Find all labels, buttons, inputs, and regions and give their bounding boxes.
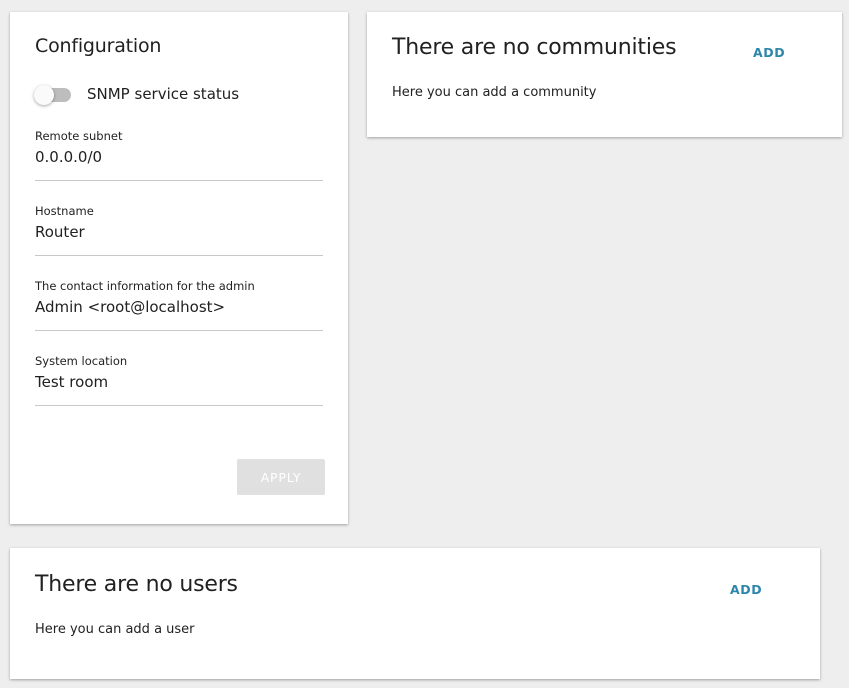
hostname-field[interactable]: Hostname (35, 204, 323, 256)
remote-subnet-input[interactable] (35, 148, 323, 166)
apply-button[interactable]: APPLY (237, 459, 325, 495)
hostname-input[interactable] (35, 223, 323, 241)
users-title: There are no users (35, 572, 238, 597)
communities-card: There are no communities ADD Here you ca… (367, 12, 842, 137)
snmp-service-status-label: SNMP service status (87, 85, 240, 103)
admin-contact-label: The contact information for the admin (35, 279, 255, 293)
system-location-input[interactable] (35, 373, 323, 391)
communities-title: There are no communities (392, 35, 677, 60)
add-user-button[interactable]: ADD (724, 578, 768, 601)
admin-contact-input[interactable] (35, 298, 323, 316)
system-location-field[interactable]: System location (35, 354, 323, 406)
snmp-service-toggle[interactable] (34, 84, 71, 105)
system-location-label: System location (35, 354, 128, 368)
configuration-card: Configuration SNMP service status Remote… (10, 12, 348, 524)
remote-subnet-field[interactable]: Remote subnet (35, 129, 323, 181)
users-card: There are no users ADD Here you can add … (10, 548, 820, 679)
hostname-label: Hostname (35, 204, 94, 218)
communities-description: Here you can add a community (392, 85, 597, 100)
toggle-thumb[interactable] (34, 84, 54, 105)
add-community-button[interactable]: ADD (747, 41, 791, 64)
remote-subnet-label: Remote subnet (35, 129, 123, 143)
users-description: Here you can add a user (35, 622, 195, 637)
configuration-title: Configuration (35, 35, 162, 57)
admin-contact-field[interactable]: The contact information for the admin (35, 279, 323, 331)
snmp-service-toggle-row[interactable]: SNMP service status (34, 82, 240, 106)
